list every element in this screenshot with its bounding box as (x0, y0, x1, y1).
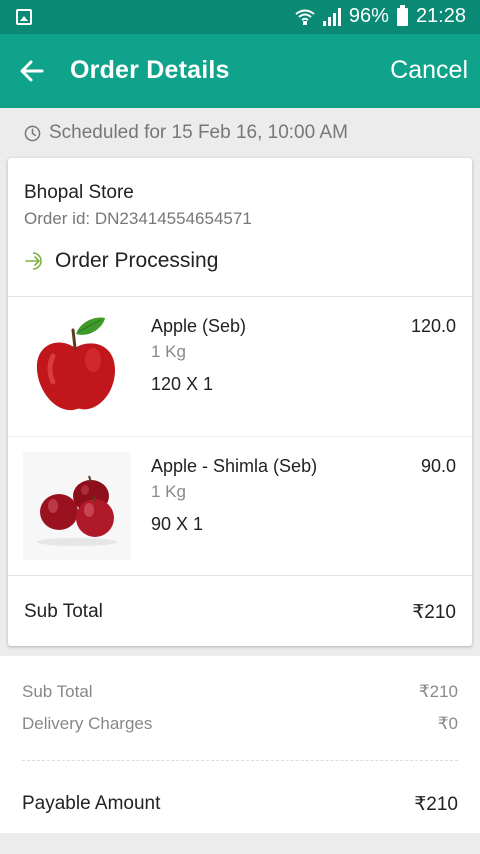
list-item[interactable]: Apple - Shimla (Seb) 1 Kg 90 X 1 90.0 (8, 437, 472, 577)
order-status-label: Order Processing (55, 249, 219, 272)
product-name: Apple (Seb) (151, 316, 247, 336)
app-bar: Order Details Cancel (0, 34, 480, 108)
schedule-info: Scheduled for 15 Feb 16, 10:00 AM (0, 108, 480, 158)
battery-percentage: 96% (348, 5, 389, 27)
cancel-button[interactable]: Cancel (390, 56, 468, 85)
divider (22, 760, 458, 761)
delivery-charges-value: ₹0 (437, 714, 458, 733)
gallery-icon (16, 9, 32, 25)
red-apple-image (23, 312, 131, 420)
back-arrow-icon[interactable] (18, 57, 46, 85)
battery-icon (396, 4, 408, 26)
schedule-text: Scheduled for 15 Feb 16, 10:00 AM (49, 122, 348, 143)
order-id: Order id: DN23414554654571 (24, 209, 252, 228)
order-card: Bhopal Store Order id: DN23414554654571 … (8, 158, 472, 646)
card-subtotal-label: Sub Total (24, 601, 103, 622)
order-status: Order Processing (24, 249, 218, 273)
product-name: Apple - Shimla (Seb) (151, 456, 318, 476)
payable-amount-value: ₹210 (414, 794, 458, 815)
product-price: 90.0 (420, 456, 456, 476)
processing-arrow-icon (25, 252, 42, 270)
card-subtotal-value: ₹210 (412, 602, 456, 623)
store-name: Bhopal Store (24, 182, 134, 203)
payable-amount-label: Payable Amount (22, 793, 161, 814)
page-title: Order Details (70, 56, 230, 84)
summary-subtotal-value: ₹210 (418, 682, 458, 701)
payment-summary: Sub Total ₹210 Delivery Charges ₹0 Payab… (0, 656, 480, 833)
product-price: 120.0 (410, 316, 456, 336)
status-bar: 96% 21:28 (0, 0, 480, 34)
summary-subtotal-label: Sub Total (22, 682, 93, 701)
shimla-apples-image (23, 452, 131, 560)
product-quantity: 90 X 1 (151, 514, 204, 534)
product-unit: 1 Kg (151, 342, 186, 361)
clock-icon (24, 125, 41, 141)
divider (8, 575, 472, 576)
product-quantity: 120 X 1 (151, 374, 214, 394)
status-indicators: 96% 21:28 (295, 4, 466, 28)
signal-icon (322, 7, 341, 26)
delivery-charges-label: Delivery Charges (22, 714, 153, 733)
wifi-icon (295, 9, 315, 25)
clock-time: 21:28 (415, 5, 466, 27)
product-unit: 1 Kg (151, 482, 186, 501)
list-item[interactable]: Apple (Seb) 1 Kg 120 X 1 120.0 (8, 297, 472, 437)
